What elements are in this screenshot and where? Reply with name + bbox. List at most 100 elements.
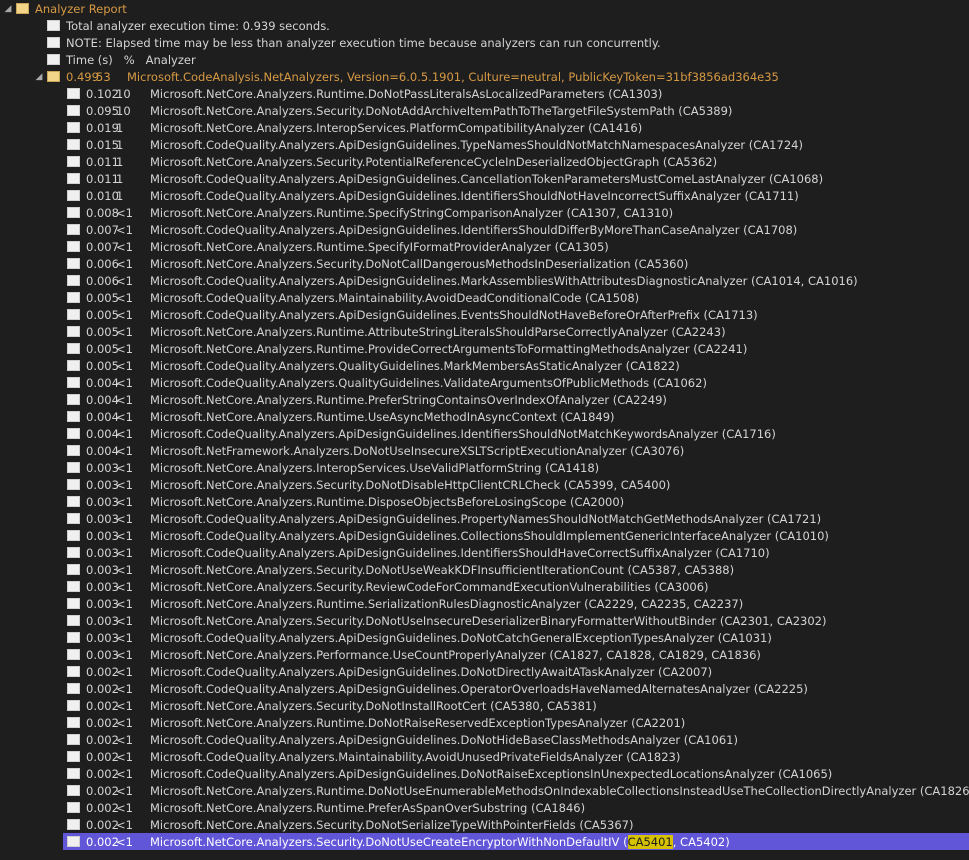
table-row[interactable]: 0.002 <1 Microsoft.CodeQuality.Analyzers.A… bbox=[0, 731, 969, 748]
item-icon bbox=[67, 632, 80, 643]
table-row[interactable]: 0.019 1 Microsoft.NetCore.Analyzers.Intero… bbox=[0, 119, 969, 136]
table-row[interactable]: 0.003 <1 Microsoft.CodeQuality.Analyzers.A… bbox=[0, 510, 969, 527]
table-row[interactable]: 0.003 <1 Microsoft.NetCore.Analyzers.Inter… bbox=[0, 459, 969, 476]
analyzer-time: 0.005 bbox=[86, 290, 119, 305]
table-row[interactable]: 0.004 <1 Microsoft.CodeQuality.Analyzers.A… bbox=[0, 425, 969, 442]
table-row[interactable]: 0.003 <1 Microsoft.NetCore.Analyzers.Secur… bbox=[0, 612, 969, 629]
folder-icon bbox=[47, 71, 60, 82]
column-header-text: Time (s) % Analyzer bbox=[66, 52, 196, 67]
expanded-triangle-icon[interactable]: ◢ bbox=[0, 4, 16, 14]
analyzer-time: 0.003 bbox=[86, 647, 119, 662]
table-row[interactable]: 0.102 10 Microsoft.NetCore.Analyzers.Runti… bbox=[0, 85, 969, 102]
item-icon bbox=[67, 173, 80, 184]
table-row[interactable]: 0.002 <1 Microsoft.NetCore.Analyzers.Runti… bbox=[0, 799, 969, 816]
item-icon bbox=[67, 581, 80, 592]
analyzer-time: 0.003 bbox=[86, 596, 119, 611]
item-icon bbox=[67, 343, 80, 354]
analyzer-percent: <1 bbox=[116, 647, 133, 662]
table-row[interactable]: 0.003 <1 Microsoft.NetCore.Analyzers.Perfo… bbox=[0, 646, 969, 663]
table-row[interactable]: 0.002 <1 Microsoft.NetCore.Analyzers.Secur… bbox=[0, 816, 969, 833]
table-row[interactable]: 0.004 <1 Microsoft.NetCore.Analyzers.Runti… bbox=[0, 408, 969, 425]
column-header-row[interactable]: Time (s) % Analyzer bbox=[0, 51, 969, 68]
table-row[interactable]: 0.004 <1 Microsoft.NetCore.Analyzers.Runti… bbox=[0, 391, 969, 408]
analyzer-percent: <1 bbox=[116, 511, 133, 526]
table-row[interactable]: 0.003 <1 Microsoft.NetCore.Analyzers.Secur… bbox=[0, 476, 969, 493]
analyzer-time: 0.002 bbox=[86, 834, 119, 849]
analyzer-name: Microsoft.CodeQuality.Analyzers.ApiDesig… bbox=[150, 732, 738, 747]
analyzer-name: Microsoft.CodeQuality.Analyzers.Maintain… bbox=[150, 749, 681, 764]
table-row[interactable]: 0.002 <1 Microsoft.NetCore.Analyzers.Runti… bbox=[0, 714, 969, 731]
analyzer-name: Microsoft.CodeQuality.Analyzers.QualityG… bbox=[150, 358, 680, 373]
table-row[interactable]: 0.004 <1 Microsoft.CodeQuality.Analyzers.Q… bbox=[0, 374, 969, 391]
folder-icon bbox=[16, 3, 29, 14]
analyzer-time: 0.005 bbox=[86, 358, 119, 373]
analyzer-name: Microsoft.NetCore.Analyzers.Security.Rev… bbox=[150, 579, 709, 594]
table-row[interactable]: 0.007 <1 Microsoft.CodeQuality.Analyzers.A… bbox=[0, 221, 969, 238]
item-icon bbox=[67, 224, 80, 235]
item-icon bbox=[67, 496, 80, 507]
table-row[interactable]: 0.011 1 Microsoft.NetCore.Analyzers.Securi… bbox=[0, 153, 969, 170]
table-row[interactable]: 0.010 1 Microsoft.CodeQuality.Analyzers.Ap… bbox=[0, 187, 969, 204]
analyzer-percent: 10 bbox=[116, 103, 131, 118]
item-icon bbox=[47, 37, 60, 48]
table-row[interactable]: 0.008 <1 Microsoft.NetCore.Analyzers.Runti… bbox=[0, 204, 969, 221]
table-row[interactable]: 0.003 <1 Microsoft.NetCore.Analyzers.Runti… bbox=[0, 493, 969, 510]
item-icon bbox=[67, 105, 80, 116]
table-row[interactable]: 0.005 <1 Microsoft.CodeQuality.Analyzers.M… bbox=[0, 289, 969, 306]
table-row[interactable]: 0.005 <1 Microsoft.CodeQuality.Analyzers.Q… bbox=[0, 357, 969, 374]
analyzer-name: Microsoft.CodeQuality.Analyzers.ApiDesig… bbox=[150, 307, 758, 322]
table-row[interactable]: 0.002 <1 Microsoft.NetCore.Analyzers.Secur… bbox=[0, 697, 969, 714]
analyzer-name: Microsoft.NetCore.Analyzers.Runtime.Pref… bbox=[150, 392, 667, 407]
item-icon bbox=[67, 547, 80, 558]
table-row[interactable]: 0.095 10 Microsoft.NetCore.Analyzers.Secur… bbox=[0, 102, 969, 119]
analyzer-time: 0.019 bbox=[86, 120, 119, 135]
info-line-total-time[interactable]: Total analyzer execution time: 0.939 sec… bbox=[0, 17, 969, 34]
analyzer-name: Microsoft.CodeQuality.Analyzers.ApiDesig… bbox=[150, 681, 808, 696]
table-row[interactable]: 0.006 <1 Microsoft.CodeQuality.Analyzers.A… bbox=[0, 272, 969, 289]
analyzer-name: Microsoft.CodeQuality.Analyzers.ApiDesig… bbox=[150, 273, 858, 288]
analyzer-name: Microsoft.NetCore.Analyzers.Security.DoN… bbox=[150, 698, 597, 713]
table-row[interactable]: 0.003 <1 Microsoft.NetCore.Analyzers.Secur… bbox=[0, 561, 969, 578]
analyzer-percent: 1 bbox=[116, 171, 124, 186]
analyzer-report-tree: ◢ Analyzer Report Total analyzer executi… bbox=[0, 0, 969, 860]
analyzer-time: 0.006 bbox=[86, 256, 119, 271]
table-row[interactable]: 0.006 <1 Microsoft.NetCore.Analyzers.Secur… bbox=[0, 255, 969, 272]
table-row[interactable]: 0.005 <1 Microsoft.NetCore.Analyzers.Runti… bbox=[0, 340, 969, 357]
analyzer-percent: 1 bbox=[116, 154, 124, 169]
tree-node-assembly[interactable]: ◢ 0.499 53 Microsoft.CodeAnalysis.NetAna… bbox=[0, 68, 969, 85]
analyzer-name: Microsoft.NetCore.Analyzers.Security.DoN… bbox=[150, 834, 730, 849]
table-row[interactable]: 0.007 <1 Microsoft.NetCore.Analyzers.Runti… bbox=[0, 238, 969, 255]
table-row[interactable]: 0.003 <1 Microsoft.NetCore.Analyzers.Runti… bbox=[0, 595, 969, 612]
analyzer-time: 0.003 bbox=[86, 477, 119, 492]
expanded-triangle-icon[interactable]: ◢ bbox=[31, 72, 47, 82]
item-icon bbox=[67, 802, 80, 813]
table-row[interactable]: 0.003 <1 Microsoft.CodeQuality.Analyzers.A… bbox=[0, 527, 969, 544]
tree-node-analyzer-report[interactable]: ◢ Analyzer Report bbox=[0, 0, 969, 17]
analyzer-time: 0.004 bbox=[86, 409, 119, 424]
info-line-note[interactable]: NOTE: Elapsed time may be less than anal… bbox=[0, 34, 969, 51]
table-row[interactable]: 0.005 <1 Microsoft.NetCore.Analyzers.Runti… bbox=[0, 323, 969, 340]
table-row[interactable]: 0.002 <1 Microsoft.CodeQuality.Analyzers.A… bbox=[0, 680, 969, 697]
table-row[interactable]: 0.002 <1 Microsoft.CodeQuality.Analyzers.A… bbox=[0, 765, 969, 782]
analyzer-name: Microsoft.NetCore.Analyzers.Runtime.DoNo… bbox=[150, 715, 686, 730]
table-row-selected[interactable]: 0.002 <1 Microsoft.NetCore.Analyzers.Sec… bbox=[63, 833, 969, 850]
table-row[interactable]: 0.005 <1 Microsoft.CodeQuality.Analyzers.A… bbox=[0, 306, 969, 323]
item-icon bbox=[67, 615, 80, 626]
table-row[interactable]: 0.003 <1 Microsoft.CodeQuality.Analyzers.A… bbox=[0, 544, 969, 561]
table-row[interactable]: 0.002 <1 Microsoft.CodeQuality.Analyzers.A… bbox=[0, 663, 969, 680]
analyzer-percent: <1 bbox=[116, 460, 133, 475]
analyzer-time: 0.005 bbox=[86, 307, 119, 322]
table-row[interactable]: 0.015 1 Microsoft.CodeQuality.Analyzers.Ap… bbox=[0, 136, 969, 153]
table-row[interactable]: 0.002 <1 Microsoft.CodeQuality.Analyzers.M… bbox=[0, 748, 969, 765]
table-row[interactable]: 0.002 <1 Microsoft.NetCore.Analyzers.Runti… bbox=[0, 782, 969, 799]
item-icon bbox=[67, 241, 80, 252]
table-row[interactable]: 0.011 1 Microsoft.CodeQuality.Analyzers.Ap… bbox=[0, 170, 969, 187]
item-icon bbox=[67, 598, 80, 609]
table-row[interactable]: 0.003 <1 Microsoft.CodeQuality.Analyzers.A… bbox=[0, 629, 969, 646]
table-row[interactable]: 0.004 <1 Microsoft.NetFramework.Analyzers.… bbox=[0, 442, 969, 459]
analyzer-time: 0.011 bbox=[86, 171, 119, 186]
table-row[interactable]: 0.003 <1 Microsoft.NetCore.Analyzers.Secur… bbox=[0, 578, 969, 595]
item-icon bbox=[67, 819, 80, 830]
analyzer-name: Microsoft.NetCore.Analyzers.Security.DoN… bbox=[150, 562, 735, 577]
analyzer-percent: <1 bbox=[116, 273, 133, 288]
